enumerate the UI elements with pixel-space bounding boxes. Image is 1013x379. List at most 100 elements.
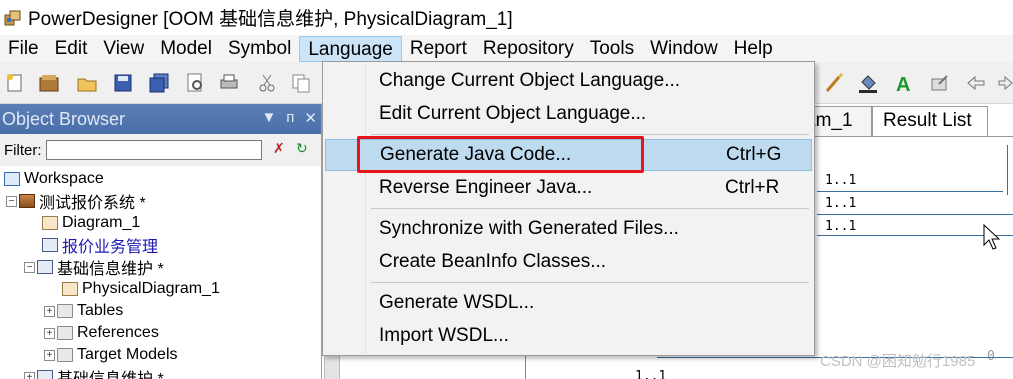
multiplicity-label: 1..1 bbox=[635, 369, 667, 379]
menu-report[interactable]: Report bbox=[402, 36, 475, 62]
menu-language[interactable]: Language bbox=[299, 35, 402, 62]
tree-item-label: Diagram_1 bbox=[62, 214, 141, 231]
back-arrow-icon[interactable] bbox=[965, 72, 987, 94]
menu-separator bbox=[371, 282, 809, 283]
new-model-icon[interactable] bbox=[38, 72, 60, 94]
menu-tools[interactable]: Tools bbox=[582, 36, 642, 62]
tree-item-tables[interactable]: + Tables bbox=[44, 300, 123, 322]
menu-item-import-wsdl[interactable]: Import WSDL... bbox=[325, 320, 812, 352]
tree-item-workspace[interactable]: Workspace bbox=[4, 168, 104, 190]
menu-item-label: Create BeanInfo Classes... bbox=[379, 251, 607, 272]
pin-icon[interactable]: ᴨ bbox=[286, 109, 294, 127]
collapse-icon[interactable]: − bbox=[24, 261, 35, 273]
new-icon[interactable] bbox=[4, 72, 26, 94]
folder-icon bbox=[57, 348, 73, 362]
filter-row: Filter: ✗ ↻ bbox=[0, 134, 321, 166]
menu-edit[interactable]: Edit bbox=[47, 36, 96, 62]
menu-item-label: Generate WSDL... bbox=[379, 292, 535, 313]
association-line[interactable] bbox=[1007, 145, 1008, 195]
copy-icon[interactable] bbox=[290, 72, 312, 94]
tree-item-label: 基础信息维护 * bbox=[57, 261, 164, 278]
object-browser-panel: Object Browser ▼ ᴨ ✕ Filter: ✗ ↻ Workspa… bbox=[0, 104, 322, 379]
tree-item-label: Workspace bbox=[24, 170, 104, 187]
menu-item-generate-wsdl[interactable]: Generate WSDL... bbox=[325, 287, 812, 319]
expand-icon[interactable]: + bbox=[44, 305, 55, 317]
menu-item-reverse-engineer-java[interactable]: Reverse Engineer Java... Ctrl+R bbox=[325, 172, 812, 204]
save-icon[interactable] bbox=[112, 72, 134, 94]
expand-icon[interactable]: + bbox=[44, 327, 55, 339]
clear-filter-icon[interactable]: ✗ bbox=[273, 140, 285, 157]
model-icon bbox=[19, 194, 35, 208]
menu-item-shortcut: Ctrl+R bbox=[725, 177, 780, 198]
print-preview-icon[interactable] bbox=[184, 72, 206, 94]
menu-item-change-object-language[interactable]: Change Current Object Language... bbox=[325, 65, 812, 97]
menu-item-label: Synchronize with Generated Files... bbox=[379, 218, 679, 239]
folder-icon bbox=[57, 304, 73, 318]
tree-item-target-models[interactable]: + Target Models bbox=[44, 344, 178, 366]
forward-arrow-icon[interactable] bbox=[997, 72, 1013, 94]
menu-help[interactable]: Help bbox=[726, 36, 781, 62]
menu-separator bbox=[371, 134, 809, 135]
menu-item-shortcut: Ctrl+G bbox=[726, 144, 782, 165]
mouse-cursor-icon bbox=[983, 223, 1003, 255]
object-browser-header: Object Browser ▼ ᴨ ✕ bbox=[0, 104, 321, 134]
tree-item-process[interactable]: + 基础信息维护 * bbox=[24, 366, 164, 379]
tree-item-label: References bbox=[77, 324, 159, 341]
menu-repository[interactable]: Repository bbox=[475, 36, 582, 62]
menu-item-create-beaninfo-classes[interactable]: Create BeanInfo Classes... bbox=[325, 246, 812, 278]
object-browser-title: Object Browser bbox=[2, 108, 126, 129]
menu-item-synchronize-generated-files[interactable]: Synchronize with Generated Files... bbox=[325, 213, 812, 245]
tree-item-references[interactable]: + References bbox=[44, 322, 159, 344]
menu-file[interactable]: File bbox=[0, 36, 47, 62]
tree-item-label: 基础信息维护 * bbox=[57, 365, 164, 379]
expand-icon[interactable]: + bbox=[44, 349, 55, 361]
tree-item-diagram[interactable]: Diagram_1 bbox=[42, 212, 140, 234]
workspace-icon bbox=[4, 172, 20, 186]
filter-input[interactable] bbox=[45, 140, 262, 160]
folder-icon bbox=[57, 326, 73, 340]
tree-item-label: Tables bbox=[77, 302, 124, 319]
cut-icon[interactable] bbox=[256, 72, 278, 94]
powerdesigner-app-icon bbox=[4, 9, 22, 27]
menu-bar: File Edit View Model Symbol Language Rep… bbox=[0, 35, 1013, 62]
tree-item-process[interactable]: 报价业务管理 bbox=[42, 234, 158, 256]
language-menu-dropdown: Change Current Object Language... Edit C… bbox=[322, 61, 815, 356]
menu-model[interactable]: Model bbox=[152, 36, 220, 62]
print-icon[interactable] bbox=[218, 72, 240, 94]
collapse-icon[interactable]: − bbox=[6, 195, 17, 207]
menu-item-label: Reverse Engineer Java... bbox=[379, 177, 593, 198]
refresh-icon[interactable]: ↻ bbox=[296, 140, 308, 157]
process-icon bbox=[37, 370, 53, 379]
close-icon[interactable]: ✕ bbox=[304, 109, 317, 127]
fill-color-icon[interactable] bbox=[857, 72, 879, 94]
menu-view[interactable]: View bbox=[95, 36, 152, 62]
process-icon bbox=[37, 260, 53, 274]
tab-result-list[interactable]: Result List bbox=[872, 106, 988, 136]
panel-menu-icon[interactable]: ▼ bbox=[261, 109, 276, 127]
menu-symbol[interactable]: Symbol bbox=[220, 36, 299, 62]
menu-item-edit-object-language[interactable]: Edit Current Object Language... bbox=[325, 98, 812, 130]
font-icon[interactable]: A bbox=[893, 72, 915, 96]
annotation-highlight-box bbox=[357, 136, 644, 173]
expand-icon[interactable]: + bbox=[24, 371, 35, 379]
open-folder-icon[interactable] bbox=[76, 72, 98, 94]
tree-item-label: Target Models bbox=[77, 346, 178, 363]
window-title: PowerDesigner [OOM 基础信息维护, PhysicalDiagr… bbox=[28, 9, 513, 30]
tree-item-process[interactable]: − 基础信息维护 * bbox=[24, 256, 164, 278]
association-line[interactable] bbox=[817, 214, 1013, 215]
multiplicity-label: 1..1 bbox=[825, 173, 857, 188]
multiplicity-label: 1..1 bbox=[825, 219, 857, 234]
save-all-icon[interactable] bbox=[148, 72, 170, 94]
tree-item-label: 测试报价系统 * bbox=[39, 195, 146, 212]
watermark-text: CSDN @困知勉行1985 bbox=[820, 353, 976, 370]
menu-item-label: Import WSDL... bbox=[379, 325, 509, 346]
process-icon bbox=[42, 238, 58, 252]
multiplicity-label: 1..1 bbox=[825, 196, 857, 211]
svg-text:A: A bbox=[896, 74, 910, 94]
export-icon[interactable] bbox=[929, 72, 951, 94]
tree-item-model[interactable]: − 测试报价系统 * bbox=[6, 190, 146, 212]
association-line[interactable] bbox=[817, 191, 1003, 192]
menu-window[interactable]: Window bbox=[642, 36, 726, 62]
tree-item-physical-diagram[interactable]: PhysicalDiagram_1 bbox=[62, 278, 220, 300]
brush-icon[interactable] bbox=[823, 72, 845, 94]
